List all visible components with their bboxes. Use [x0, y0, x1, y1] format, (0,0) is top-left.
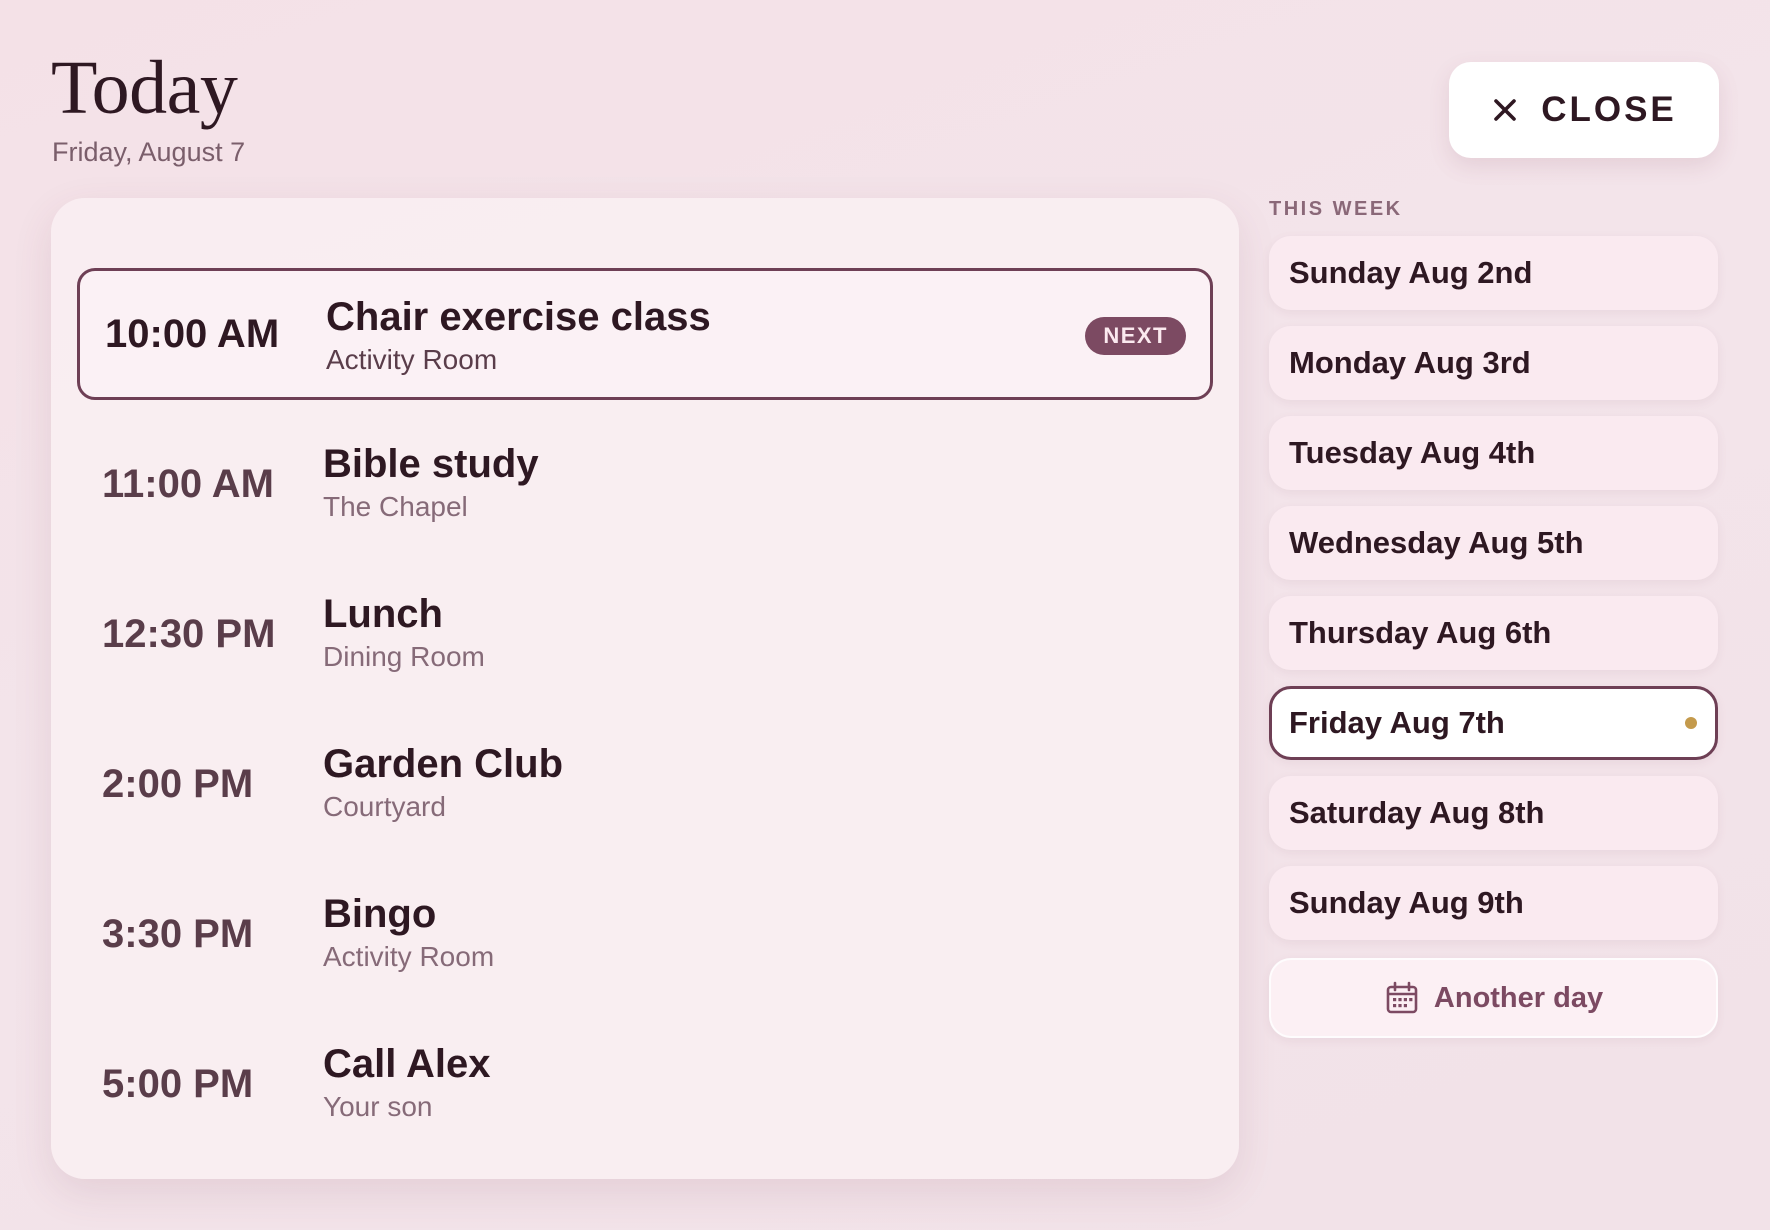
day-button-friday-aug-7[interactable]: Friday Aug 7th [1269, 686, 1718, 760]
today-dot-icon [1685, 717, 1697, 729]
event-item[interactable]: 12:30 PM Lunch Dining Room [77, 568, 1213, 700]
day-button-wednesday-aug-5[interactable]: Wednesday Aug 5th [1269, 506, 1718, 580]
event-item[interactable]: 5:00 PM Call Alex Your son [77, 1018, 1213, 1150]
event-location: Your son [323, 1091, 433, 1122]
event-time: 2:00 PM [102, 761, 254, 806]
event-body: Chair exercise class Activity Room [326, 295, 711, 376]
day-label: Wednesday Aug 5th [1289, 525, 1584, 560]
close-label: CLOSE [1541, 90, 1677, 129]
event-item-next[interactable]: 10:00 AM Chair exercise class Activity R… [77, 268, 1213, 400]
day-label: Tuesday Aug 4th [1289, 435, 1536, 470]
day-label: Sunday Aug 2nd [1289, 255, 1533, 290]
day-button-monday-aug-3[interactable]: Monday Aug 3rd [1269, 326, 1718, 400]
close-icon [1494, 99, 1517, 121]
week-heading: THIS WEEK [1269, 198, 1403, 220]
day-button-sunday-aug-9[interactable]: Sunday Aug 9th [1269, 866, 1718, 940]
page-title: Today [51, 46, 238, 130]
day-button-tuesday-aug-4[interactable]: Tuesday Aug 4th [1269, 416, 1718, 490]
day-label: Monday Aug 3rd [1289, 345, 1531, 380]
event-body: Garden Club Courtyard [323, 742, 563, 823]
event-time: 3:30 PM [102, 911, 254, 956]
day-button-sunday-aug-2[interactable]: Sunday Aug 2nd [1269, 236, 1718, 310]
event-item[interactable]: 11:00 AM Bible study The Chapel [77, 418, 1213, 550]
event-body: Bingo Activity Room [323, 892, 494, 973]
event-body: Lunch Dining Room [323, 592, 485, 673]
schedule-panel: 10:00 AM Chair exercise class Activity R… [51, 198, 1239, 1179]
day-label: Thursday Aug 6th [1289, 615, 1552, 650]
close-button[interactable]: CLOSE [1449, 62, 1719, 158]
event-time: 11:00 AM [102, 461, 274, 506]
event-item[interactable]: 2:00 PM Garden Club Courtyard [77, 718, 1213, 850]
event-time: 10:00 AM [105, 311, 280, 356]
day-button-thursday-aug-6[interactable]: Thursday Aug 6th [1269, 596, 1718, 670]
another-day-label: Another day [1433, 981, 1604, 1014]
event-body: Call Alex Your son [323, 1042, 490, 1123]
another-day-button[interactable]: Another day [1269, 958, 1718, 1038]
day-label: Sunday Aug 9th [1289, 885, 1524, 920]
event-body: Bible study The Chapel [323, 442, 539, 523]
page-date: Friday, August 7 [52, 137, 246, 167]
event-location: Courtyard [323, 791, 446, 822]
day-button-saturday-aug-8[interactable]: Saturday Aug 8th [1269, 776, 1718, 850]
day-label: Saturday Aug 8th [1289, 795, 1545, 830]
event-title: Lunch [323, 592, 443, 636]
event-time: 12:30 PM [102, 611, 276, 656]
event-title: Chair exercise class [326, 295, 711, 339]
event-title: Call Alex [323, 1042, 491, 1086]
event-title: Garden Club [323, 742, 564, 786]
event-location: The Chapel [323, 491, 468, 522]
day-label: Friday Aug 7th [1289, 705, 1505, 740]
event-title: Bible study [323, 442, 539, 486]
calendar-icon [1386, 981, 1418, 1014]
event-title: Bingo [323, 892, 437, 936]
event-location: Activity Room [323, 941, 495, 972]
event-location: Activity Room [326, 344, 498, 375]
event-item[interactable]: 3:30 PM Bingo Activity Room [77, 868, 1213, 1000]
event-time: 5:00 PM [102, 1061, 254, 1106]
event-location: Dining Room [323, 641, 485, 672]
next-badge: NEXT [1085, 317, 1186, 355]
